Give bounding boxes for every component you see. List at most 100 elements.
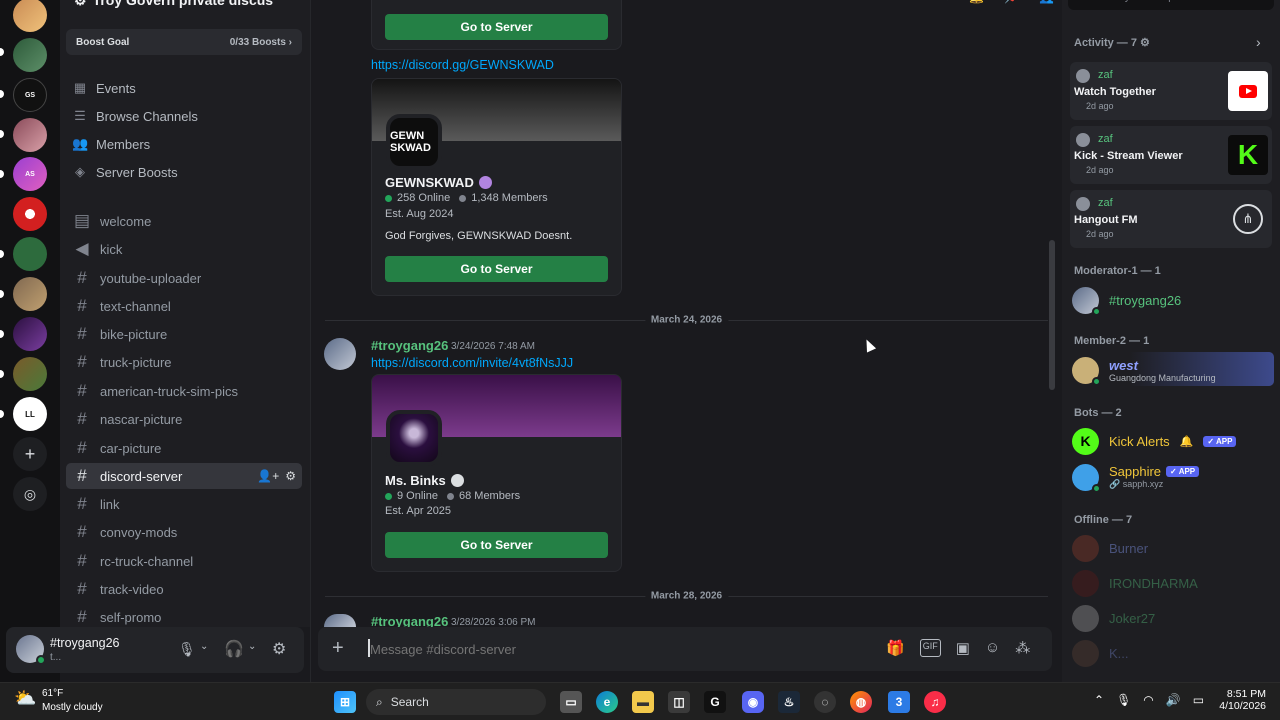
nav-members[interactable]: 👥 Members (72, 133, 150, 155)
search-input[interactable]: Search Troy Govern private discus (1068, 0, 1274, 10)
emoji-icon[interactable]: ☺ (985, 639, 1000, 657)
threads-icon[interactable]: ✎ (939, 0, 949, 4)
channel-rc-truck-channel[interactable]: # rc-truck-channel (66, 548, 302, 574)
go-to-server-button[interactable]: Go to Server (385, 532, 608, 558)
music-icon[interactable]: ♫ (924, 691, 946, 713)
channel-youtube-uploader[interactable]: # youtube-uploader (66, 265, 302, 291)
app-icon[interactable]: ◌ (814, 691, 836, 713)
user-settings-icon[interactable]: ⚙ (272, 639, 286, 659)
chevron-down-icon[interactable]: ⌄ (248, 641, 256, 652)
member-sapphire[interactable]: Sapphire ✓ APP 🔗 sapph.xyz (1072, 461, 1200, 493)
microphone-icon[interactable]: 🎙 (1116, 693, 1131, 707)
wifi-icon[interactable]: ◠ (1143, 693, 1153, 707)
invite-link[interactable]: https://discord.gg/GEWNSKWAD (371, 58, 554, 72)
steam-icon[interactable]: ♨ (778, 691, 800, 713)
store-icon[interactable]: ◫ (668, 691, 690, 713)
activity-time: 2d ago (1086, 101, 1114, 111)
member-offline[interactable]: Burner (1072, 532, 1148, 564)
channel-discord-server[interactable]: # discord-server 👤+ ⚙ (66, 463, 302, 489)
member-offline[interactable]: Joker27 (1072, 602, 1155, 634)
add-server-icon[interactable]: + (13, 437, 47, 471)
sticker-icon[interactable]: ▣ (956, 639, 970, 657)
channel-welcome[interactable]: ▤ welcome (66, 208, 302, 234)
member-kick-alerts[interactable]: K Kick Alerts 🔔 ✓ APP (1072, 425, 1237, 457)
channel-nascar-picture[interactable]: # nascar-picture (66, 406, 302, 432)
headphones-icon[interactable]: 🎧 (224, 639, 244, 659)
server-icon-7[interactable] (13, 237, 47, 271)
server-icon-troy[interactable] (13, 0, 47, 32)
avatar[interactable] (324, 338, 356, 370)
invite-icon[interactable]: 👤+ (257, 469, 279, 483)
firefox-icon[interactable]: ◍ (850, 691, 872, 713)
activity-card[interactable]: zaf Kick - Stream Viewer 2d ago K (1070, 126, 1272, 184)
server-header[interactable]: ⚙ Troy Govern private discus (60, 0, 310, 12)
invite-link[interactable]: https://discord.com/invite/4vt8fNsJJJ (371, 356, 573, 370)
nav-browse-channels[interactable]: ☰ Browse Channels (72, 105, 198, 127)
edge-icon[interactable]: e (596, 691, 618, 713)
app-icon[interactable]: 3 (888, 691, 910, 713)
notification-icon[interactable]: 🔔 (969, 0, 984, 4)
activity-card[interactable]: zaf Watch Together 2d ago (1070, 62, 1272, 120)
channel-kick[interactable]: ◀ kick (66, 236, 302, 262)
gear-icon[interactable]: ⚙ (1140, 37, 1150, 49)
member-list-icon[interactable]: 👥 (1039, 0, 1054, 4)
go-to-server-button[interactable]: Go to Server (385, 14, 608, 40)
channel-american-truck-sim-pics[interactable]: # american-truck-sim-pics (66, 378, 302, 404)
server-icon-6[interactable] (13, 197, 47, 231)
member-moderator[interactable]: #troygang26 (1072, 284, 1181, 316)
channel-bike-picture[interactable]: # bike-picture (66, 321, 302, 347)
member-west[interactable]: west Guangdong Manufacturing (1072, 354, 1216, 386)
message-author[interactable]: #troygang26 (371, 338, 448, 353)
message-author[interactable]: #troygang26 (371, 614, 448, 627)
clock[interactable]: 8:51 PM 4/10/2026 (1218, 688, 1266, 712)
taskbar-search[interactable]: ⌕ Search (366, 689, 546, 715)
channel-convoy-mods[interactable]: # convoy-mods (66, 519, 302, 545)
volume-icon[interactable]: 🔊 (1166, 693, 1181, 707)
channel-self-promo[interactable]: # self-promo (66, 604, 302, 627)
member-offline[interactable]: K... (1072, 637, 1129, 669)
scrollbar-thumb[interactable] (1049, 240, 1055, 390)
nav-events[interactable]: ▦ Events (72, 77, 136, 99)
weather-icon[interactable]: ⛅ (14, 688, 36, 709)
server-icon-4[interactable] (13, 118, 47, 152)
activity-card[interactable]: zaf Hangout FM 2d ago ⋔ (1070, 190, 1272, 248)
server-established: Est. Apr 2025 (385, 505, 452, 517)
member-offline[interactable]: IRONDHARMA (1072, 567, 1198, 599)
apps-icon[interactable]: ⁂ (1015, 639, 1030, 657)
channel-car-picture[interactable]: # car-picture (66, 435, 302, 461)
server-icon-8[interactable] (13, 277, 47, 311)
server-icon-2[interactable] (13, 38, 47, 72)
server-icon-11[interactable]: LL (13, 397, 47, 431)
server-icon-10[interactable] (13, 357, 47, 391)
nav-server-boosts[interactable]: ◈ Server Boosts (72, 161, 178, 183)
task-view-icon[interactable]: ▭ (560, 691, 582, 713)
app-icon[interactable]: G (704, 691, 726, 713)
avatar[interactable] (324, 614, 356, 627)
channel-track-video[interactable]: # track-video (66, 576, 302, 602)
gif-icon[interactable]: GIF (919, 639, 941, 657)
channel-truck-picture[interactable]: # truck-picture (66, 349, 302, 375)
discord-icon[interactable]: ◉ (742, 691, 764, 713)
microphone-icon[interactable]: 🎙 (178, 641, 196, 658)
file-explorer-icon[interactable]: ▬ (632, 691, 654, 713)
server-icon-gewnskwad[interactable]: GS (13, 78, 47, 112)
server-icon-binks[interactable] (13, 317, 47, 351)
tray-chevron-up-icon[interactable]: ⌃ (1094, 693, 1104, 707)
server-stats: 9 Online 68 Members (385, 490, 520, 502)
gift-icon[interactable]: 🎁 (886, 639, 905, 657)
channel-settings-icon[interactable]: ⚙ (285, 469, 296, 483)
add-attachment-icon[interactable]: + (332, 637, 344, 660)
channel-link[interactable]: # link (66, 491, 302, 517)
chevron-right-icon[interactable]: › (1256, 34, 1261, 50)
go-to-server-button[interactable]: Go to Server (385, 256, 608, 282)
server-icon-andii[interactable]: AS (13, 157, 47, 191)
discover-icon[interactable]: ◎ (13, 477, 47, 511)
chevron-down-icon[interactable]: ⌄ (200, 641, 208, 652)
channel-text-channel[interactable]: # text-channel (66, 293, 302, 319)
battery-icon[interactable]: ▭ (1193, 693, 1204, 707)
message-input[interactable] (370, 635, 870, 663)
windows-start-icon[interactable]: ⊞ (334, 691, 356, 713)
pin-icon[interactable]: 📌 (1004, 0, 1019, 4)
boost-goal-bar[interactable]: Boost Goal 0/33 Boosts › (66, 29, 302, 55)
activity-header[interactable]: Activity — 7 ⚙ (1074, 36, 1150, 49)
